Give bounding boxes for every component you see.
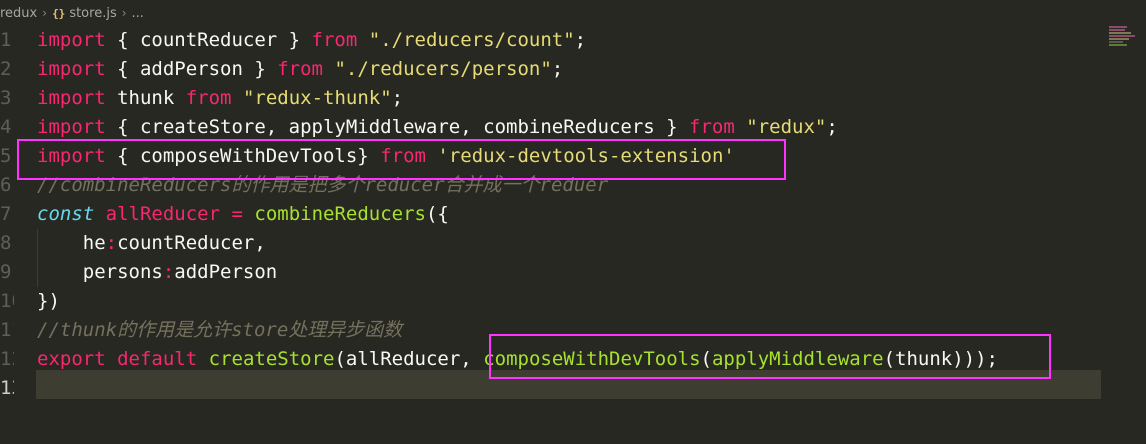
- code-text[interactable]: he:countReducer,: [37, 229, 266, 258]
- line-number: 9: [0, 261, 12, 283]
- code-text[interactable]: import { addPerson } from "./reducers/pe…: [37, 55, 563, 84]
- line-number: 13: [0, 377, 14, 399]
- line-number: 2: [0, 58, 12, 80]
- code-line: 4 import { createStore, applyMiddleware,…: [0, 113, 1146, 142]
- minimap-line: [1109, 26, 1127, 28]
- minimap[interactable]: [1107, 26, 1146, 86]
- chevron-right-icon: ›: [121, 6, 127, 20]
- breadcrumb: redux › {} store.js › ...: [0, 0, 1146, 26]
- line-number: 7: [0, 203, 12, 225]
- minimap-line: [1109, 38, 1129, 40]
- code-line: 3 import thunk from "redux-thunk";: [0, 84, 1146, 113]
- minimap-line: [1109, 35, 1135, 37]
- code-comment[interactable]: //thunk的作用是允许store处理异步函数: [37, 316, 402, 345]
- code-text[interactable]: persons:addPerson: [37, 258, 278, 287]
- line-number: 3: [0, 87, 12, 109]
- code-line: 8 he:countReducer,: [0, 229, 1146, 258]
- minimap-line: [1109, 29, 1125, 31]
- minimap-line: [1109, 32, 1131, 34]
- line-number: 11: [0, 319, 14, 341]
- breadcrumb-folder[interactable]: redux: [0, 6, 37, 21]
- code-text[interactable]: import { createStore, applyMiddleware, c…: [37, 113, 838, 142]
- code-text[interactable]: import thunk from "redux-thunk";: [37, 84, 403, 113]
- line-number: 8: [0, 232, 12, 254]
- code-line: 2 import { addPerson } from "./reducers/…: [0, 55, 1146, 84]
- highlight-box-import: [17, 139, 786, 180]
- code-text[interactable]: const allReducer = combineReducers({: [37, 200, 449, 229]
- line-number: 4: [0, 116, 12, 138]
- minimap-line: [1109, 41, 1123, 43]
- breadcrumb-symbols[interactable]: ...: [132, 6, 144, 21]
- breadcrumb-file[interactable]: store.js: [69, 6, 116, 21]
- chevron-right-icon: ›: [42, 6, 48, 20]
- code-text[interactable]: }): [37, 287, 60, 316]
- code-line: 7 const allReducer = combineReducers({: [0, 200, 1146, 229]
- line-number: 10: [0, 290, 14, 312]
- line-number: 5: [0, 145, 12, 167]
- highlight-box-compose: [489, 334, 1051, 379]
- code-line: 1 import { countReducer } from "./reduce…: [0, 26, 1146, 55]
- code-line: 9 persons:addPerson: [0, 258, 1146, 287]
- minimap-line: [1109, 44, 1127, 46]
- line-number: 6: [0, 174, 12, 196]
- code-editor[interactable]: 1 import { countReducer } from "./reduce…: [0, 26, 1146, 444]
- line-number: 12: [0, 348, 14, 370]
- code-text[interactable]: import { countReducer } from "./reducers…: [37, 26, 586, 55]
- line-number: 1: [0, 29, 12, 51]
- code-line: 10 }): [0, 287, 1146, 316]
- js-file-icon: {}: [52, 6, 66, 20]
